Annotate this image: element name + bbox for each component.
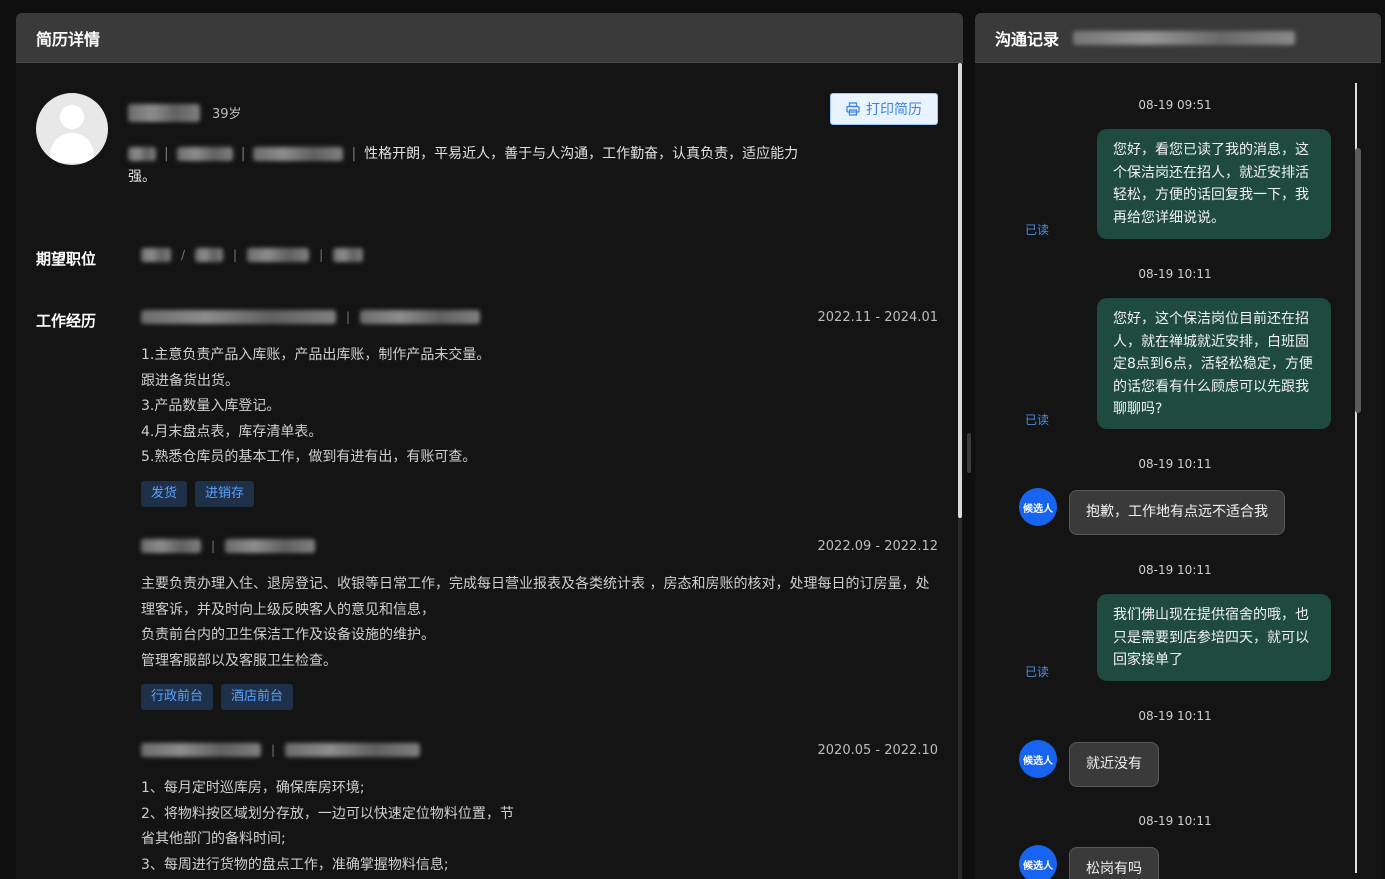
chat-subtitle-redacted [1073, 30, 1296, 45]
incoming-message: 就近没有 [1069, 742, 1159, 787]
candidate-avatar: 候选人 [1019, 488, 1057, 526]
chat-title: 沟通记录 [995, 29, 1060, 49]
job-date: 2022.11 - 2024.01 [817, 309, 938, 325]
resume-panel: 简历详情 39岁 | | | 性格开朗，平易近人，善于与人沟通，工作勤奋，认真负责，适… [16, 13, 963, 879]
message-time: 08-19 10:11 [1138, 457, 1212, 471]
skill-tag: 发货 [141, 480, 188, 507]
chat-header: 沟通记录 [975, 13, 1381, 63]
incoming-message: 抱歉，工作地有点远不适合我 [1069, 490, 1285, 535]
job-tags: 行政前台 酒店前台 [141, 684, 938, 710]
panel-resize-handle[interactable] [967, 433, 971, 473]
job-item: | 2022.11 - 2024.01 1.主意负责产品入库账，产品出库账，制作… [141, 307, 938, 507]
candidate-summary: | | | 性格开朗，平易近人，善于与人沟通，工作勤奋，认真负责，适应能力强。 [128, 146, 799, 185]
message-time: 08-19 10:11 [1138, 563, 1212, 577]
job-description: 主要负责办理入住、退房登记、收银等日常工作，完成每日营业报表及各类统计表 ，房态… [141, 576, 930, 669]
job-date: 2020.05 - 2022.10 [817, 742, 938, 758]
job-item: | 2022.09 - 2022.12 主要负责办理入住、退房登记、收银等日常工… [141, 536, 938, 710]
work-experience-label: 工作经历 [36, 312, 97, 330]
company-name-redacted [141, 743, 261, 757]
outgoing-message: 您好，这个保洁岗位目前还在招人，就在禅城就近安排，白班固定8点到6点，活轻松稳定… [1097, 298, 1331, 429]
company-name-redacted [141, 539, 201, 553]
job-item: | 2020.05 - 2022.10 1、每月定时巡库房，确保库房环境; 2、… [141, 740, 938, 878]
resume-body[interactable]: 39岁 | | | 性格开朗，平易近人，善于与人沟通，工作勤奋，认真负责，适应能力强。… [16, 63, 956, 879]
job-tags: 发货 进销存 [141, 480, 938, 507]
chat-messages[interactable]: 08-19 09:51 您好，看您已读了我的消息，这个保洁岗还在招人，就近安排活… [975, 63, 1355, 879]
message-time: 08-19 10:11 [1138, 709, 1212, 723]
resume-scrollbar[interactable] [958, 63, 962, 879]
candidate-avatar: 候选人 [1019, 845, 1057, 879]
read-status: 已读 [1025, 223, 1050, 237]
candidate-name-redacted [128, 103, 200, 122]
expect-position-label: 期望职位 [36, 250, 97, 268]
read-status: 已读 [1025, 413, 1050, 427]
name-row: 39岁 [128, 103, 242, 122]
resume-title: 简历详情 [36, 29, 101, 49]
message-time: 08-19 10:11 [1138, 814, 1212, 828]
outgoing-message: 您好，看您已读了我的消息，这个保洁岗还在招人，就近安排活轻松，方便的话回复我一下… [1097, 129, 1331, 239]
position-redacted [285, 743, 421, 757]
job-date: 2022.09 - 2022.12 [817, 538, 938, 554]
job-description: 1.主意负责产品入库账，产品出库账，制作产品未交量。 跟进备货出货。 3.产品数… [141, 347, 491, 465]
candidate-avatar: 候选人 [1019, 740, 1057, 778]
message-time: 08-19 10:11 [1138, 267, 1212, 281]
read-status: 已读 [1025, 665, 1050, 679]
print-resume-button[interactable]: 打印简历 [830, 93, 938, 125]
skill-tag: 酒店前台 [221, 684, 294, 710]
resume-header: 简历详情 [16, 13, 963, 63]
expect-position-values: / | | [141, 248, 364, 262]
candidate-age: 39岁 [212, 107, 242, 122]
company-name-redacted [141, 310, 336, 324]
message-time: 08-19 09:51 [1138, 98, 1212, 112]
printer-icon [846, 102, 860, 116]
position-redacted [360, 310, 481, 324]
avatar [36, 93, 108, 165]
chat-panel: 沟通记录 08-19 09:51 您好，看您已读了我的消息，这个保洁岗还在招人，… [975, 13, 1381, 879]
skill-tag: 行政前台 [141, 684, 214, 710]
print-resume-label: 打印简历 [866, 102, 922, 118]
job-description: 1、每月定时巡库房，确保库房环境; 2、将物料按区域划分存放，一边可以快速定位物… [141, 780, 514, 873]
position-redacted [225, 539, 316, 553]
skill-tag: 进销存 [195, 480, 255, 507]
outgoing-message: 我们佛山现在提供宿舍的哦，也只是需要到店参培四天，就可以回家接单了 [1097, 594, 1331, 681]
incoming-message: 松岗有吗 [1069, 847, 1159, 879]
